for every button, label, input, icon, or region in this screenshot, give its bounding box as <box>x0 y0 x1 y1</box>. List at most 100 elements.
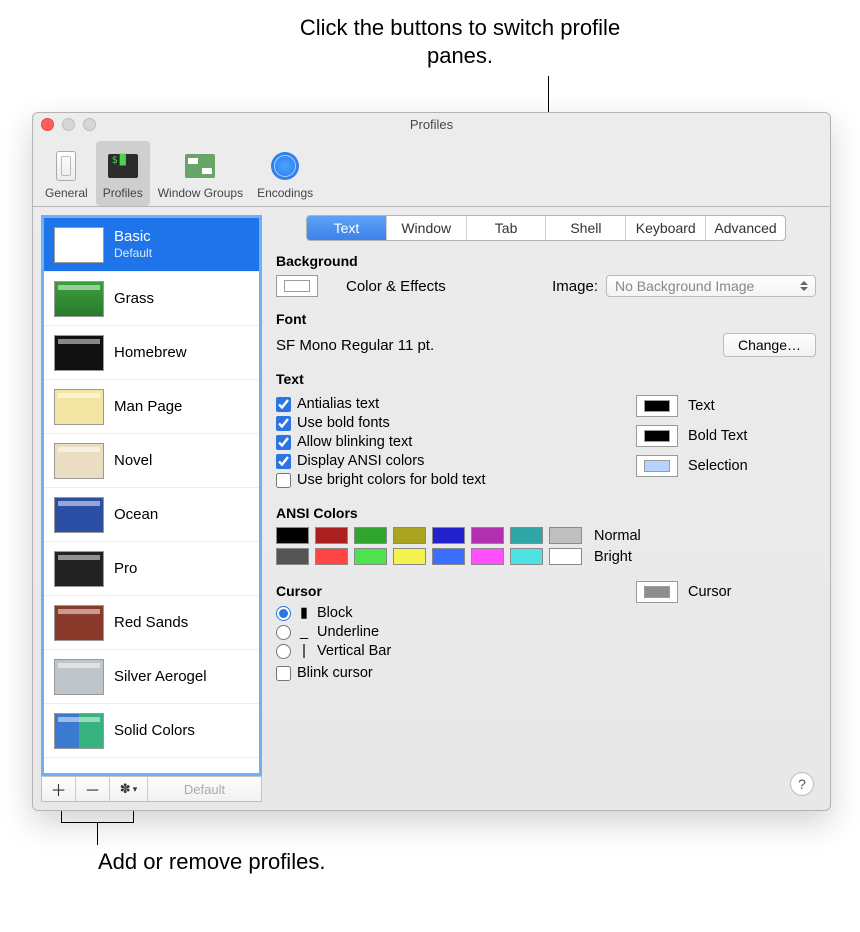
profile-text: Grass <box>114 290 154 308</box>
ansi-colorwell[interactable] <box>393 527 426 544</box>
cursor-chip <box>644 586 670 598</box>
text-opt-checkbox[interactable] <box>276 454 291 469</box>
cursor-radio[interactable] <box>276 625 291 640</box>
minimize-icon[interactable] <box>62 118 75 131</box>
cursor-radio[interactable] <box>276 606 291 621</box>
text-opt-label: Use bright colors for bold text <box>297 472 486 488</box>
toolbar-profiles-label: Profiles <box>103 186 143 200</box>
cursor-colorwell[interactable] <box>636 581 678 603</box>
profile-name: Pro <box>114 560 137 578</box>
ansi-colorwell[interactable] <box>510 548 543 565</box>
zoom-icon[interactable] <box>83 118 96 131</box>
profile-item-grass[interactable]: Grass <box>44 272 259 326</box>
profile-name: Ocean <box>114 506 158 524</box>
text-opt-checkbox[interactable] <box>276 397 291 412</box>
ansi-colorwell[interactable] <box>315 548 348 565</box>
section-font-title: Font <box>276 311 816 327</box>
profile-actions-menu[interactable]: ✽▾ <box>110 777 148 801</box>
text-swatch-row: Text <box>636 395 816 417</box>
help-button[interactable]: ? <box>790 772 814 796</box>
ansi-colorwell[interactable] <box>393 548 426 565</box>
profile-item-homebrew[interactable]: Homebrew <box>44 326 259 380</box>
text-colorwell[interactable] <box>636 455 678 477</box>
ansi-colorwell[interactable] <box>471 548 504 565</box>
callout-top: Click the buttons to switch profile pane… <box>290 14 630 69</box>
text-opt-checkbox[interactable] <box>276 416 291 431</box>
toolbar-profiles[interactable]: Profiles <box>96 141 150 206</box>
cursor-opt-row: _ Underline <box>276 624 636 640</box>
ansi-colorwell[interactable] <box>354 527 387 544</box>
profile-item-pro[interactable]: Pro <box>44 542 259 596</box>
text-chip <box>644 400 670 412</box>
profile-item-basic[interactable]: Basic Default <box>44 218 259 272</box>
text-opt-checkbox[interactable] <box>276 473 291 488</box>
text-colorwell[interactable] <box>636 425 678 447</box>
ansi-colorwell[interactable] <box>549 548 582 565</box>
toolbar-encodings[interactable]: Encodings <box>251 141 319 206</box>
text-chip <box>644 460 670 472</box>
change-font-label: Change… <box>738 337 801 353</box>
profile-text: Ocean <box>114 506 158 524</box>
profile-item-novel[interactable]: Novel <box>44 434 259 488</box>
profile-list: Basic Default Grass Homebrew Man Page No… <box>44 218 259 773</box>
ansi-colorwell[interactable] <box>276 548 309 565</box>
blink-cursor-row: Blink cursor <box>276 665 636 681</box>
tab-text[interactable]: Text <box>307 216 387 240</box>
ansi-colorwell[interactable] <box>432 527 465 544</box>
ansi-colorwell[interactable] <box>510 527 543 544</box>
background-colorwell[interactable] <box>276 275 318 297</box>
remove-profile-button[interactable]: － <box>76 777 110 801</box>
blink-cursor-checkbox[interactable] <box>276 666 291 681</box>
profile-thumb <box>54 227 104 263</box>
tab-shell[interactable]: Shell <box>546 216 626 240</box>
text-options: Antialias text Use bold fonts Allow blin… <box>276 393 636 491</box>
profile-text: Basic Default <box>114 228 152 260</box>
callout-bottom-bracket <box>61 811 134 823</box>
section-background-title: Background <box>276 253 816 269</box>
text-opt-label: Allow blinking text <box>297 434 412 450</box>
cursor-radio[interactable] <box>276 644 291 659</box>
cursor-opt-row: ▮ Block <box>276 605 636 621</box>
change-font-button[interactable]: Change… <box>723 333 816 357</box>
ansi-colorwell[interactable] <box>276 527 309 544</box>
general-icon <box>48 150 84 182</box>
tab-advanced[interactable]: Advanced <box>706 216 785 240</box>
set-default-button[interactable]: Default <box>148 777 261 801</box>
profile-item-silver-aerogel[interactable]: Silver Aerogel <box>44 650 259 704</box>
background-image-select[interactable]: No Background Image <box>606 275 816 297</box>
profile-tabbar: TextWindowTabShellKeyboardAdvanced <box>306 215 786 241</box>
section-ansi-title: ANSI Colors <box>276 505 816 521</box>
chevron-down-icon: ▾ <box>133 784 138 795</box>
ansi-colorwell[interactable] <box>315 527 348 544</box>
add-profile-button[interactable]: ＋ <box>42 777 76 801</box>
tab-tab[interactable]: Tab <box>467 216 547 240</box>
profile-name: Basic <box>114 228 152 246</box>
profile-item-red-sands[interactable]: Red Sands <box>44 596 259 650</box>
profile-item-ocean[interactable]: Ocean <box>44 488 259 542</box>
cursor-opt-label: Vertical Bar <box>317 643 391 659</box>
profile-item-man-page[interactable]: Man Page <box>44 380 259 434</box>
cursor-opt-label: Block <box>317 605 352 621</box>
toolbar-window-groups[interactable]: Window Groups <box>152 141 249 206</box>
text-swatch-label: Bold Text <box>688 428 747 444</box>
ansi-colorwell[interactable] <box>549 527 582 544</box>
ansi-section: ANSI Colors Normal Bright <box>276 505 816 565</box>
ansi-row-label: Bright <box>594 549 632 565</box>
close-icon[interactable] <box>41 118 54 131</box>
toolbar-general[interactable]: General <box>39 141 94 206</box>
preferences-window: Profiles General Profiles Window Groups … <box>32 112 831 811</box>
toolbar: General Profiles Window Groups Encodings <box>33 137 830 207</box>
tab-window[interactable]: Window <box>387 216 467 240</box>
ansi-colorwell[interactable] <box>354 548 387 565</box>
font-row: SF Mono Regular 11 pt. Change… <box>276 333 816 357</box>
background-row: Color & Effects Image: No Background Ima… <box>276 275 816 297</box>
ansi-colorwell[interactable] <box>432 548 465 565</box>
cursor-swatch-row: Cursor <box>636 581 816 603</box>
text-opt-label: Display ANSI colors <box>297 453 424 469</box>
tab-keyboard[interactable]: Keyboard <box>626 216 706 240</box>
profile-sub: Default <box>114 246 152 260</box>
profile-item-solid-colors[interactable]: Solid Colors <box>44 704 259 758</box>
text-opt-checkbox[interactable] <box>276 435 291 450</box>
text-colorwell[interactable] <box>636 395 678 417</box>
ansi-colorwell[interactable] <box>471 527 504 544</box>
